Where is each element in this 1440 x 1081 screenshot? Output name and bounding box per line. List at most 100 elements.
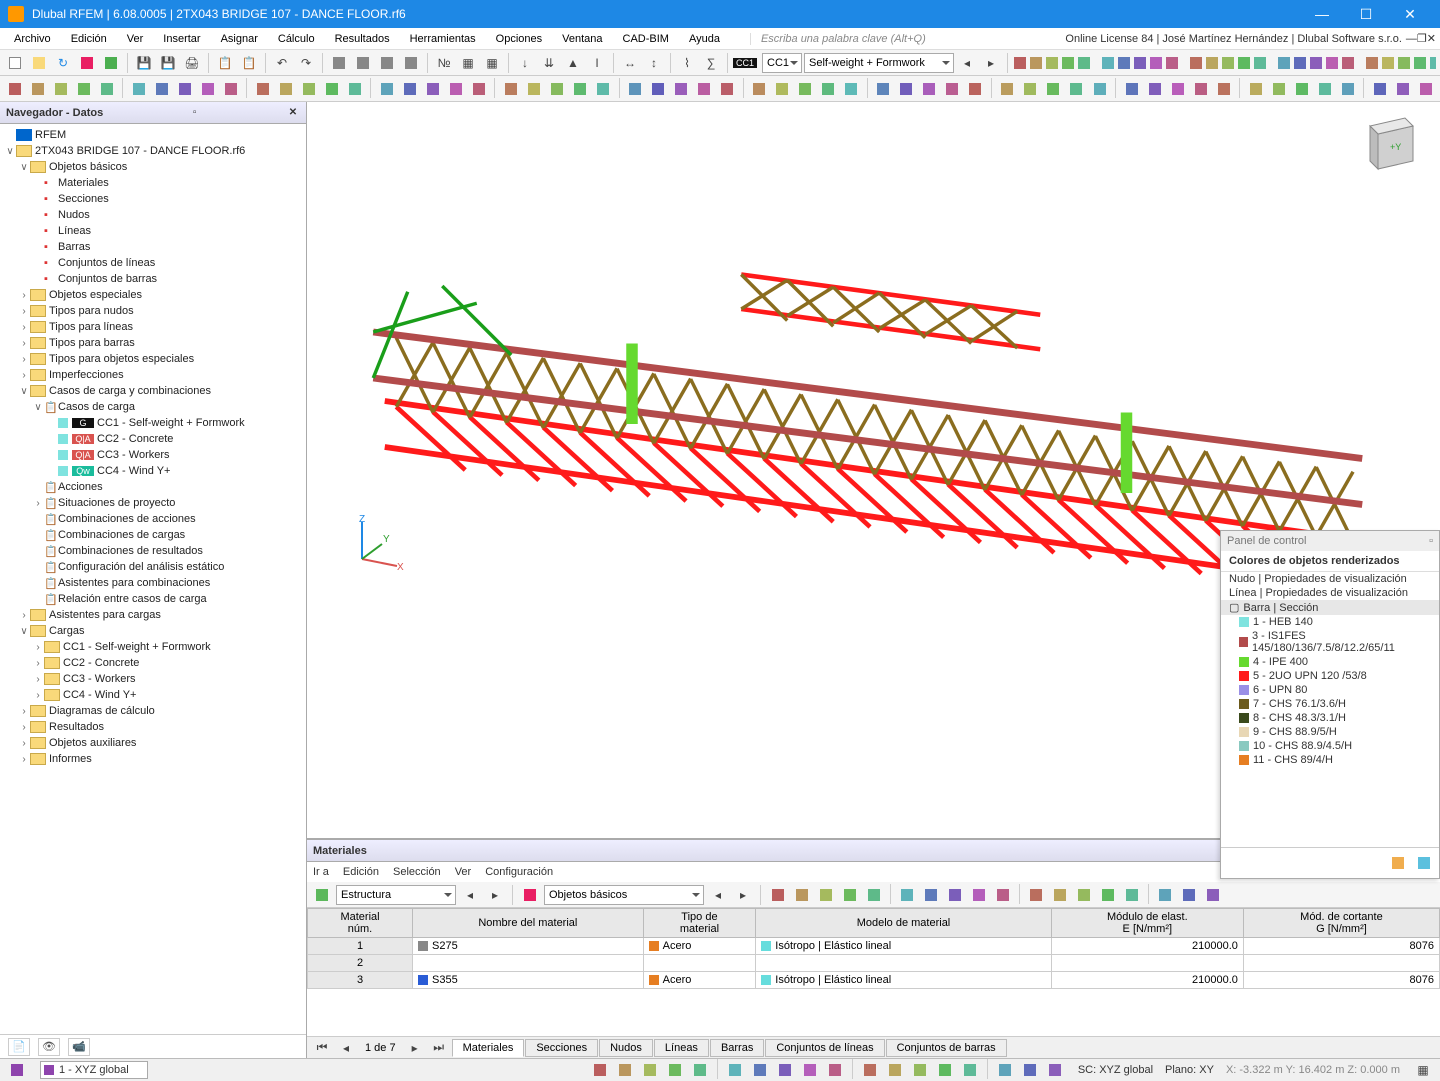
bp-tab-4[interactable]: Barras bbox=[710, 1039, 764, 1057]
tb2-3-icon[interactable] bbox=[73, 78, 94, 100]
tb1-18-icon[interactable] bbox=[1325, 52, 1339, 74]
sb-9-icon[interactable] bbox=[824, 1059, 846, 1081]
tb2-15-icon[interactable] bbox=[376, 78, 397, 100]
tb2-25-icon[interactable] bbox=[625, 78, 646, 100]
tree-node[interactable]: 📋Acciones bbox=[0, 479, 306, 495]
bp-prev2-icon[interactable]: ◂ bbox=[707, 884, 729, 906]
tree-node[interactable]: 📋Combinaciones de acciones bbox=[0, 511, 306, 527]
tree-node[interactable]: ›Informes bbox=[0, 751, 306, 767]
status-end-icon[interactable]: ▦ bbox=[1412, 1059, 1434, 1081]
bp-menu-edición[interactable]: Edición bbox=[343, 866, 379, 878]
bp-tab-5[interactable]: Conjuntos de líneas bbox=[765, 1039, 884, 1057]
ctrl-btn1-icon[interactable] bbox=[1387, 852, 1409, 874]
tree-node[interactable]: ▪Materiales bbox=[0, 175, 306, 191]
tree-node[interactable]: ›Imperfecciones bbox=[0, 367, 306, 383]
redo-icon[interactable]: ↷ bbox=[295, 52, 317, 74]
tree-node[interactable]: 📋Configuración del análisis estático bbox=[0, 559, 306, 575]
bptb-8-icon[interactable] bbox=[968, 884, 990, 906]
tb2-29-icon[interactable] bbox=[717, 78, 738, 100]
tb2-39-icon[interactable] bbox=[965, 78, 986, 100]
sb-12-icon[interactable] bbox=[909, 1059, 931, 1081]
tb1-5-icon[interactable] bbox=[1101, 52, 1115, 74]
nav-camera-icon[interactable]: 📹 bbox=[68, 1038, 90, 1056]
sb-1-icon[interactable] bbox=[614, 1059, 636, 1081]
tree-node[interactable]: ›CC4 - Wind Y+ bbox=[0, 687, 306, 703]
sb-6-icon[interactable] bbox=[749, 1059, 771, 1081]
dim-icon[interactable]: ↔ bbox=[619, 52, 641, 74]
tb1-23-icon[interactable] bbox=[1413, 52, 1427, 74]
tb2-34-icon[interactable] bbox=[841, 78, 862, 100]
tb1-24-icon[interactable] bbox=[1429, 52, 1436, 74]
tb2-23-icon[interactable] bbox=[570, 78, 591, 100]
bp-drop-obj[interactable]: Objetos básicos bbox=[544, 885, 704, 905]
menu-ventana[interactable]: Ventana bbox=[552, 31, 612, 47]
tb1-1-icon[interactable] bbox=[1029, 52, 1043, 74]
mdi-restore[interactable]: ❐ bbox=[1417, 32, 1427, 45]
tb1-15-icon[interactable] bbox=[1277, 52, 1291, 74]
tb2-45-icon[interactable] bbox=[1121, 78, 1142, 100]
tb1-17-icon[interactable] bbox=[1309, 52, 1323, 74]
tb2-5-icon[interactable] bbox=[128, 78, 149, 100]
tb2-30-icon[interactable] bbox=[749, 78, 770, 100]
sb-2-icon[interactable] bbox=[639, 1059, 661, 1081]
tree-node[interactable]: ▪Conjuntos de barras bbox=[0, 271, 306, 287]
bp-next2-icon[interactable]: ▸ bbox=[732, 884, 754, 906]
load-icon[interactable]: ↓ bbox=[514, 52, 536, 74]
section-item[interactable]: 6 - UPN 80 bbox=[1221, 683, 1439, 697]
tree-node[interactable]: ›Tipos para barras bbox=[0, 335, 306, 351]
section-item[interactable]: 3 - IS1FES 145/180/136/7.5/8/12.2/65/11 bbox=[1221, 629, 1439, 655]
section-item[interactable]: 7 - CHS 76.1/3.6/H bbox=[1221, 697, 1439, 711]
section-icon[interactable]: I bbox=[586, 52, 608, 74]
tb2-28-icon[interactable] bbox=[694, 78, 715, 100]
tb2-56-icon[interactable] bbox=[1392, 78, 1413, 100]
sb-11-icon[interactable] bbox=[884, 1059, 906, 1081]
bp-menu-ver[interactable]: Ver bbox=[455, 866, 472, 878]
menu-herramientas[interactable]: Herramientas bbox=[400, 31, 486, 47]
close-nav-icon[interactable]: ✕ bbox=[286, 106, 300, 120]
bptb-16-icon[interactable] bbox=[1178, 884, 1200, 906]
sb-10-icon[interactable] bbox=[859, 1059, 881, 1081]
bptb-1-icon[interactable] bbox=[791, 884, 813, 906]
ctrl-group-section[interactable]: ▢Barra | Sección bbox=[1221, 600, 1439, 615]
tb1-8-icon[interactable] bbox=[1149, 52, 1163, 74]
tb2-32-icon[interactable] bbox=[795, 78, 816, 100]
tb2-27-icon[interactable] bbox=[671, 78, 692, 100]
calc-icon[interactable]: ∑ bbox=[700, 52, 722, 74]
minimize-button[interactable]: — bbox=[1300, 0, 1344, 28]
tb2-20-icon[interactable] bbox=[500, 78, 521, 100]
refresh-icon[interactable]: ↻ bbox=[52, 52, 74, 74]
status-cs-icon[interactable] bbox=[6, 1059, 28, 1081]
tb2-16-icon[interactable] bbox=[399, 78, 420, 100]
sb-3-icon[interactable] bbox=[664, 1059, 686, 1081]
bptb-7-icon[interactable] bbox=[944, 884, 966, 906]
save-icon[interactable]: 💾 bbox=[133, 52, 155, 74]
keyword-search[interactable]: Escriba una palabra clave (Alt+Q) bbox=[750, 33, 940, 45]
tree-node[interactable]: ▪Conjuntos de líneas bbox=[0, 255, 306, 271]
deform-icon[interactable]: ⌇ bbox=[676, 52, 698, 74]
tb2-33-icon[interactable] bbox=[818, 78, 839, 100]
tree-node[interactable]: ›Tipos para líneas bbox=[0, 319, 306, 335]
table-row[interactable]: 1 S275 Acero Isótropo | Elástico lineal … bbox=[308, 938, 1440, 955]
tb2-18-icon[interactable] bbox=[445, 78, 466, 100]
bptb-9-icon[interactable] bbox=[992, 884, 1014, 906]
cc-number[interactable]: CC1 bbox=[762, 53, 802, 73]
tb2-13-icon[interactable] bbox=[321, 78, 342, 100]
bp-next-icon[interactable]: ▸ bbox=[484, 884, 506, 906]
tree-node[interactable]: ›CC2 - Concrete bbox=[0, 655, 306, 671]
load2-icon[interactable]: ⇊ bbox=[538, 52, 560, 74]
tree-node[interactable]: ∨Casos de carga y combinaciones bbox=[0, 383, 306, 399]
bptb-5-icon[interactable] bbox=[896, 884, 918, 906]
mdi-close[interactable]: ✕ bbox=[1427, 32, 1436, 45]
section-item[interactable]: 8 - CHS 48.3/3.1/H bbox=[1221, 711, 1439, 725]
section-item[interactable]: 5 - 2UO UPN 120 /53/8 bbox=[1221, 669, 1439, 683]
tree-node[interactable]: ›CC3 - Workers bbox=[0, 671, 306, 687]
menu-cad-bim[interactable]: CAD-BIM bbox=[613, 31, 679, 47]
view1-icon[interactable] bbox=[328, 52, 350, 74]
snap-icon[interactable]: ▦ bbox=[457, 52, 479, 74]
materials-table[interactable]: Materialnúm.Nombre del materialTipo dema… bbox=[307, 908, 1440, 1036]
bptb-17-icon[interactable] bbox=[1202, 884, 1224, 906]
bp-menu-ir a[interactable]: Ir a bbox=[313, 866, 329, 878]
tb2-4-icon[interactable] bbox=[96, 78, 117, 100]
tb1-2-icon[interactable] bbox=[1045, 52, 1059, 74]
module2-icon[interactable] bbox=[100, 52, 122, 74]
